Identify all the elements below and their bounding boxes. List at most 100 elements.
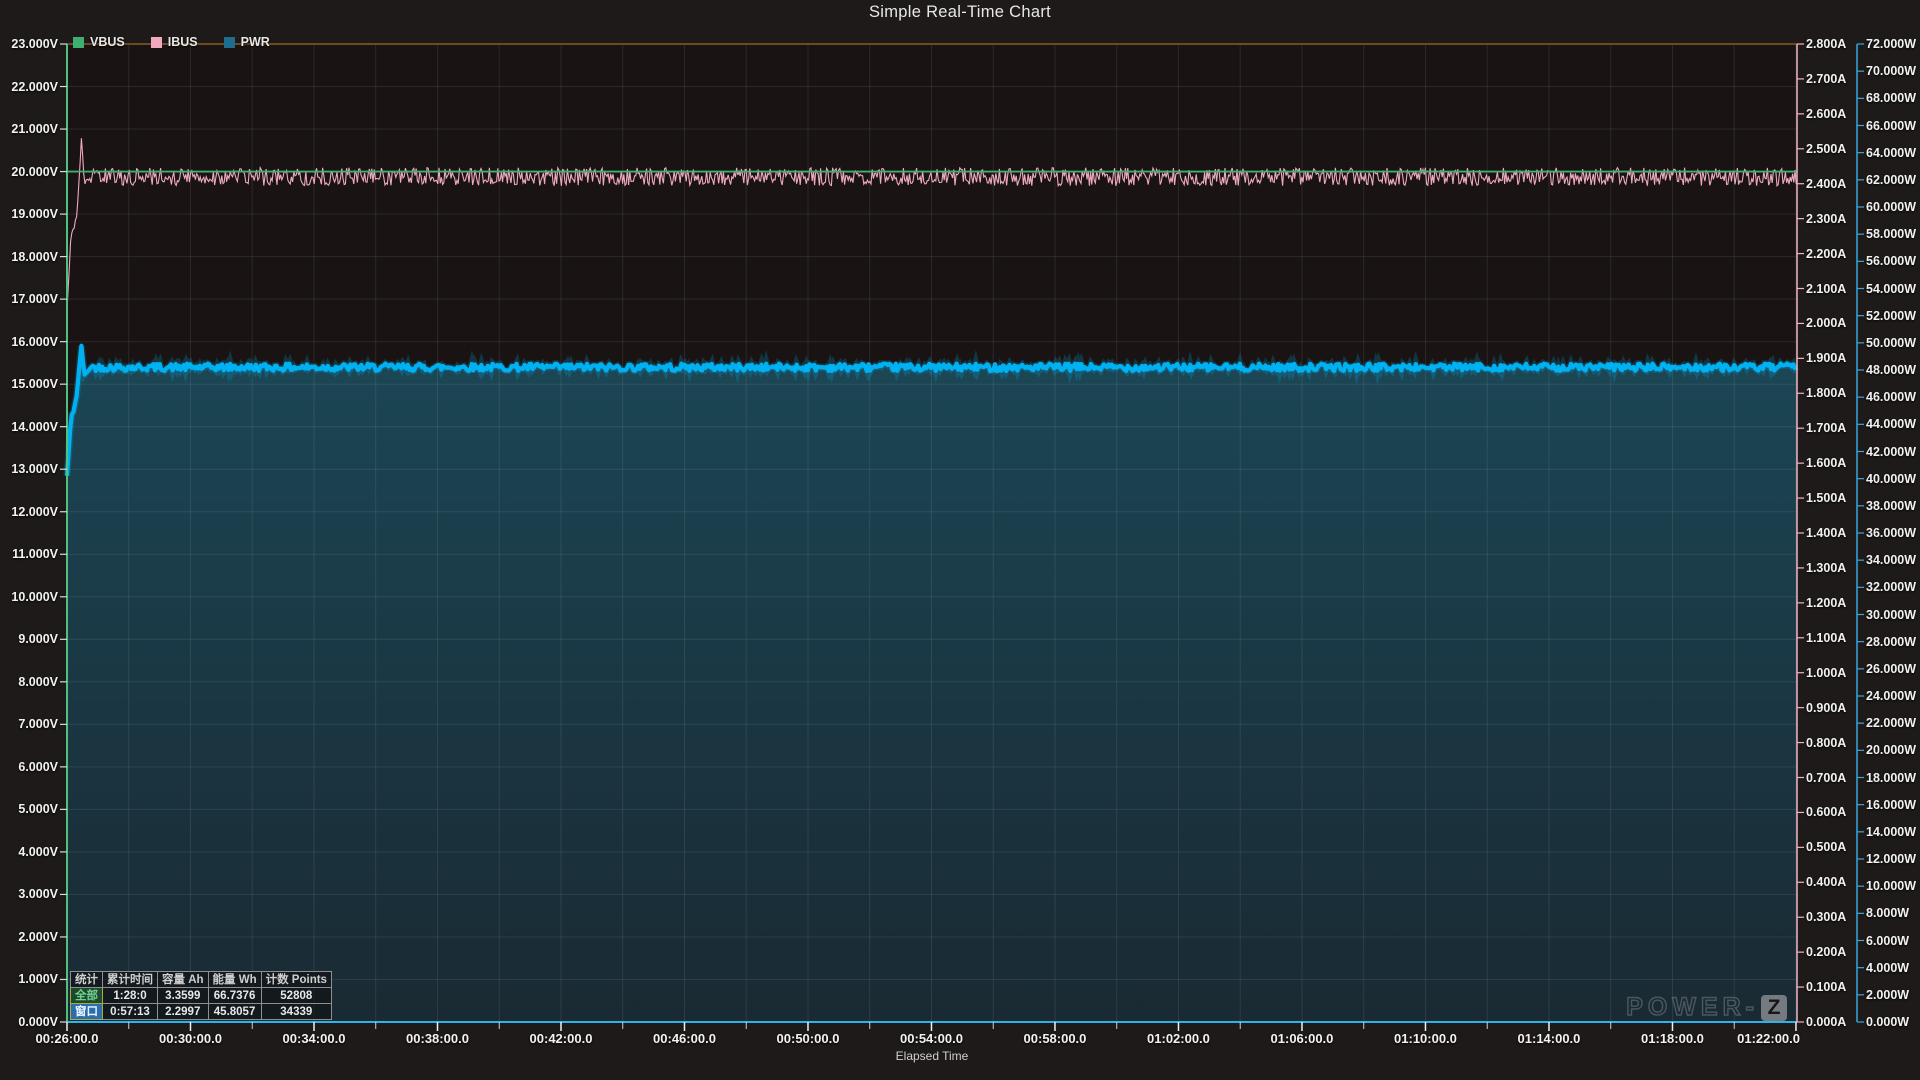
current-tick-label: 0.000A [1806,1015,1846,1029]
current-tick-label: 2.400A [1806,177,1846,191]
current-tick-label: 1.900A [1806,351,1846,365]
stats-all-time: 1:28:0 [103,988,158,1004]
power-tick-label: 46.000W [1866,390,1916,404]
stats-all-energy: 66.7376 [208,988,261,1004]
current-tick-label: 1.600A [1806,456,1846,470]
stats-window-capacity: 2.2997 [158,1004,209,1020]
stats-all-capacity: 3.3599 [158,988,209,1004]
current-tick-label: 0.200A [1806,945,1846,959]
pwr-swatch-icon [224,37,235,48]
voltage-tick-label: 17.000V [0,292,58,306]
table-row-all: 全部 1:28:0 3.3599 66.7376 52808 [71,988,332,1004]
voltage-tick-label: 7.000V [0,717,58,731]
voltage-tick-label: 21.000V [0,122,58,136]
legend-label-pwr: PWR [241,35,270,49]
power-tick-label: 14.000W [1866,825,1916,839]
stats-window-points: 34339 [261,1004,331,1020]
power-tick-label: 10.000W [1866,879,1916,893]
power-tick-label: 44.000W [1866,417,1916,431]
voltage-tick-label: 16.000V [0,335,58,349]
legend-item-vbus[interactable]: VBUS [73,35,125,49]
power-tick-label: 0.000W [1866,1015,1909,1029]
voltage-tick-label: 6.000V [0,760,58,774]
power-tick-label: 4.000W [1866,961,1909,975]
current-tick-label: 2.500A [1806,142,1846,156]
x-axis-title: Elapsed Time [896,1049,969,1063]
power-tick-label: 60.000W [1866,200,1916,214]
power-tick-label: 32.000W [1866,580,1916,594]
voltage-tick-label: 18.000V [0,250,58,264]
time-tick-label: 00:42:00.0 [530,1031,593,1046]
voltage-tick-label: 2.000V [0,930,58,944]
power-tick-label: 64.000W [1866,146,1916,160]
time-tick-label: 01:14:00.0 [1518,1031,1581,1046]
voltage-tick-label: 23.000V [0,37,58,51]
legend-item-pwr[interactable]: PWR [224,35,270,49]
legend-label-vbus: VBUS [90,35,125,49]
power-tick-label: 68.000W [1866,91,1916,105]
stats-header-points: 计数 Points [261,972,331,988]
current-tick-label: 1.300A [1806,561,1846,575]
stats-all-points: 52808 [261,988,331,1004]
legend-item-ibus[interactable]: IBUS [151,35,198,49]
current-tick-label: 1.200A [1806,596,1846,610]
voltage-tick-label: 0.000V [0,1015,58,1029]
ibus-swatch-icon [151,37,162,48]
power-tick-label: 26.000W [1866,662,1916,676]
stats-header-stat: 统计 [71,972,103,988]
power-tick-label: 54.000W [1866,282,1916,296]
current-tick-label: 2.700A [1806,72,1846,86]
statistics-table: 统计 累计时间 容量 Ah 能量 Wh 计数 Points 全部 1:28:0 … [70,971,332,1020]
power-tick-label: 62.000W [1866,173,1916,187]
time-tick-label: 00:38:00.0 [406,1031,469,1046]
voltage-tick-label: 4.000V [0,845,58,859]
power-tick-label: 48.000W [1866,363,1916,377]
current-tick-label: 0.600A [1806,805,1846,819]
current-tick-label: 2.100A [1806,282,1846,296]
time-tick-label: 00:46:00.0 [653,1031,716,1046]
power-tick-label: 70.000W [1866,64,1916,78]
current-tick-label: 1.800A [1806,386,1846,400]
current-tick-label: 1.500A [1806,491,1846,505]
time-tick-label: 01:22:00.0 [1737,1031,1800,1046]
power-tick-label: 24.000W [1866,689,1916,703]
current-tick-label: 0.700A [1806,771,1846,785]
power-tick-label: 40.000W [1866,472,1916,486]
voltage-tick-label: 9.000V [0,632,58,646]
voltage-tick-label: 14.000V [0,420,58,434]
stats-window-energy: 45.8057 [208,1004,261,1020]
voltage-tick-label: 22.000V [0,80,58,94]
current-tick-label: 2.200A [1806,247,1846,261]
voltage-tick-label: 8.000V [0,675,58,689]
time-tick-label: 00:26:00.0 [36,1031,99,1046]
table-row-window: 窗口 0:57:13 2.2997 45.8057 34339 [71,1004,332,1020]
current-tick-label: 0.900A [1806,701,1846,715]
power-tick-label: 22.000W [1866,716,1916,730]
legend: VBUS IBUS PWR [73,35,270,49]
time-tick-label: 01:06:00.0 [1271,1031,1334,1046]
time-tick-label: 00:34:00.0 [283,1031,346,1046]
current-tick-label: 0.400A [1806,875,1846,889]
current-tick-label: 1.400A [1806,526,1846,540]
legend-label-ibus: IBUS [168,35,198,49]
current-tick-label: 2.000A [1806,316,1846,330]
voltage-tick-label: 10.000V [0,590,58,604]
watermark-brand-text: POWER- [1626,993,1759,1022]
voltage-tick-label: 20.000V [0,165,58,179]
voltage-tick-label: 5.000V [0,802,58,816]
time-tick-label: 00:30:00.0 [159,1031,222,1046]
power-tick-label: 8.000W [1866,906,1909,920]
stats-header-capacity: 容量 Ah [158,972,209,988]
power-tick-label: 20.000W [1866,743,1916,757]
power-tick-label: 16.000W [1866,798,1916,812]
time-tick-label: 01:10:00.0 [1394,1031,1457,1046]
current-tick-label: 2.600A [1806,107,1846,121]
time-tick-label: 00:54:00.0 [900,1031,963,1046]
power-tick-label: 12.000W [1866,852,1916,866]
voltage-tick-label: 1.000V [0,972,58,986]
current-tick-label: 1.000A [1806,666,1846,680]
power-tick-label: 66.000W [1866,119,1916,133]
power-tick-label: 56.000W [1866,254,1916,268]
power-tick-label: 28.000W [1866,635,1916,649]
plot-canvas[interactable] [0,0,1920,1080]
